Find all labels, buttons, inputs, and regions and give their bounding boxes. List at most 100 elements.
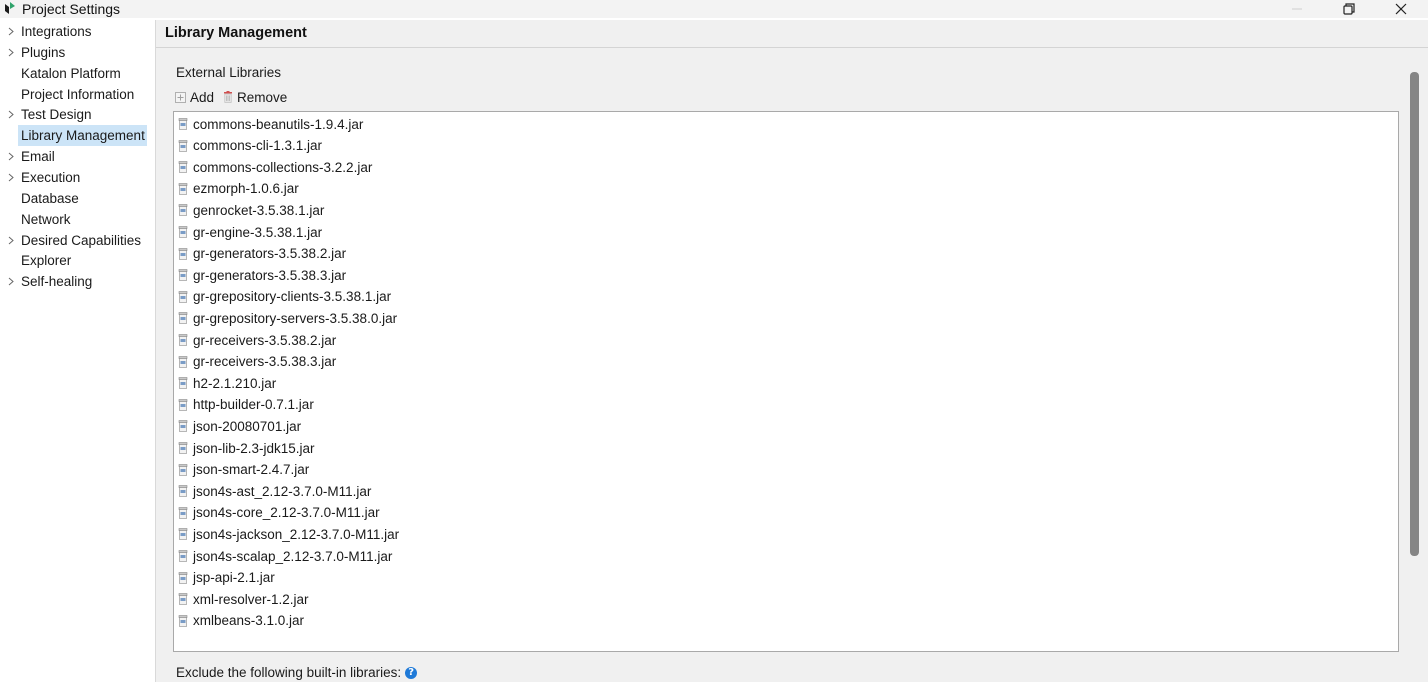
list-item[interactable]: commons-cli-1.3.1.jar — [178, 136, 322, 156]
add-label: Add — [190, 89, 215, 105]
restore-icon — [1343, 3, 1355, 15]
sidebar-item-label: Email — [21, 149, 55, 165]
close-button[interactable] — [1378, 0, 1424, 18]
jar-file-icon — [178, 334, 188, 346]
sidebar-item-label: Project Information — [21, 86, 135, 102]
sidebar-item-label: Test Design — [21, 107, 92, 123]
sidebar-item-desired-capabilities[interactable]: Desired Capabilities — [0, 230, 155, 251]
sidebar-item-database[interactable]: Database — [0, 188, 155, 209]
sidebar-item-network[interactable]: Network — [0, 209, 155, 230]
trash-icon — [224, 91, 232, 103]
katalon-app-icon — [5, 2, 15, 14]
jar-file-icon — [178, 593, 188, 605]
list-item[interactable]: json4s-scalap_2.12-3.7.0-M11.jar — [178, 546, 392, 566]
library-filename: xmlbeans-3.1.0.jar — [193, 613, 305, 629]
library-filename: http-builder-0.7.1.jar — [193, 397, 314, 413]
sidebar-item-test-design[interactable]: Test Design — [0, 104, 155, 125]
sidebar-item-katalon-platform[interactable]: Katalon Platform — [0, 63, 155, 84]
sidebar-item-plugins[interactable]: Plugins — [0, 42, 155, 63]
sidebar-item-label: Katalon Platform — [21, 65, 121, 81]
list-item[interactable]: http-builder-0.7.1.jar — [178, 395, 314, 415]
sidebar-item-explorer[interactable]: Explorer — [0, 250, 155, 271]
chevron-right-icon[interactable] — [6, 21, 16, 42]
settings-sidebar: Integrations Plugins Katalon Platform Proje… — [0, 20, 156, 682]
jar-file-icon — [178, 442, 188, 454]
list-item[interactable]: gr-receivers-3.5.38.3.jar — [178, 352, 336, 372]
list-item[interactable]: gr-receivers-3.5.38.2.jar — [178, 330, 336, 350]
exclude-builtin-label: Exclude the following built-in libraries… — [176, 665, 418, 680]
sidebar-item-label: Desired Capabilities — [21, 232, 142, 248]
jar-file-icon — [178, 463, 188, 476]
add-library-button[interactable]: Add — [175, 88, 214, 106]
list-item[interactable]: ezmorph-1.0.6.jar — [178, 179, 299, 199]
sidebar-item-integrations[interactable]: Integrations — [0, 21, 155, 42]
jar-file-icon — [178, 247, 188, 260]
list-item[interactable]: h2-2.1.210.jar — [178, 373, 276, 393]
remove-library-button[interactable]: Remove — [223, 88, 287, 106]
library-filename: gr-grepository-servers-3.5.38.0.jar — [193, 310, 398, 326]
list-item[interactable]: jsp-api-2.1.jar — [178, 568, 275, 588]
library-filename: json-lib-2.3-jdk15.jar — [193, 440, 315, 456]
sidebar-item-label: Plugins — [21, 44, 66, 60]
chevron-right-icon[interactable] — [6, 42, 16, 63]
jar-file-icon — [178, 269, 188, 281]
jar-file-icon — [178, 398, 188, 411]
chevron-right-icon[interactable] — [6, 167, 16, 188]
exclude-builtin-text: Exclude the following built-in libraries… — [176, 665, 402, 680]
jar-file-icon — [178, 139, 188, 152]
list-item[interactable]: xmlbeans-3.1.0.jar — [178, 611, 304, 631]
list-item[interactable]: gr-grepository-servers-3.5.38.0.jar — [178, 308, 397, 328]
page-header: Library Management — [156, 20, 1428, 48]
sidebar-item-execution[interactable]: Execution — [0, 167, 155, 188]
list-item[interactable]: json4s-jackson_2.12-3.7.0-M11.jar — [178, 524, 399, 544]
list-item[interactable]: commons-collections-3.2.2.jar — [178, 157, 372, 177]
list-item[interactable]: json4s-core_2.12-3.7.0-M11.jar — [178, 503, 380, 523]
add-icon — [175, 91, 186, 103]
library-filename: commons-cli-1.3.1.jar — [193, 138, 323, 154]
library-filename: gr-generators-3.5.38.2.jar — [193, 246, 347, 262]
external-libraries-list[interactable]: commons-beanutils-1.9.4.jar commons-cli-1… — [173, 111, 1399, 652]
library-filename: ezmorph-1.0.6.jar — [193, 181, 299, 197]
jar-file-icon — [178, 377, 188, 389]
chevron-right-icon[interactable] — [6, 271, 16, 292]
jar-file-icon — [178, 290, 188, 303]
list-item[interactable]: gr-engine-3.5.38.1.jar — [178, 222, 322, 242]
list-item[interactable]: gr-generators-3.5.38.2.jar — [178, 244, 346, 264]
help-icon[interactable]: ? — [405, 666, 418, 679]
jar-file-icon — [178, 571, 188, 584]
jar-file-icon — [178, 485, 188, 497]
list-item[interactable]: gr-grepository-clients-3.5.38.1.jar — [178, 287, 391, 307]
jar-file-icon — [178, 614, 188, 627]
list-item[interactable]: json-20080701.jar — [178, 416, 301, 436]
list-item[interactable]: json4s-ast_2.12-3.7.0-M11.jar — [178, 481, 371, 501]
chevron-right-icon[interactable] — [6, 104, 16, 125]
sidebar-item-label: Integrations — [21, 24, 92, 39]
minimize-icon — [1292, 8, 1302, 10]
jar-file-icon — [178, 118, 188, 130]
chevron-right-icon[interactable] — [6, 146, 16, 167]
library-filename: gr-generators-3.5.38.3.jar — [193, 267, 347, 283]
list-item[interactable]: xml-resolver-1.2.jar — [178, 589, 309, 609]
library-filename: gr-engine-3.5.38.1.jar — [193, 224, 323, 240]
remove-label: Remove — [237, 89, 288, 105]
sidebar-item-project-information[interactable]: Project Information — [0, 84, 155, 105]
chevron-right-icon[interactable] — [6, 230, 16, 251]
sidebar-item-email[interactable]: Email — [0, 146, 155, 167]
list-item[interactable]: genrocket-3.5.38.1.jar — [178, 200, 324, 220]
sidebar-item-library-management[interactable]: Library Management — [0, 125, 155, 147]
sidebar-item-label: Explorer — [21, 253, 72, 269]
jar-file-icon — [178, 506, 188, 519]
list-item[interactable]: json-lib-2.3-jdk15.jar — [178, 438, 315, 458]
list-item[interactable]: gr-generators-3.5.38.3.jar — [178, 265, 346, 285]
restore-button[interactable] — [1326, 0, 1372, 18]
list-item[interactable]: json-smart-2.4.7.jar — [178, 460, 309, 480]
sidebar-item-self-healing[interactable]: Self-healing — [0, 271, 155, 292]
scrollbar-thumb[interactable] — [1410, 72, 1419, 556]
title-bar: Project Settings — [0, 0, 1428, 18]
library-filename: gr-receivers-3.5.38.3.jar — [193, 354, 337, 370]
jar-file-icon — [178, 226, 188, 238]
sidebar-item-label: Execution — [21, 169, 81, 185]
library-filename: json4s-core_2.12-3.7.0-M11.jar — [193, 505, 380, 521]
minimize-button[interactable] — [1274, 0, 1320, 18]
list-item[interactable]: commons-beanutils-1.9.4.jar — [178, 114, 363, 134]
